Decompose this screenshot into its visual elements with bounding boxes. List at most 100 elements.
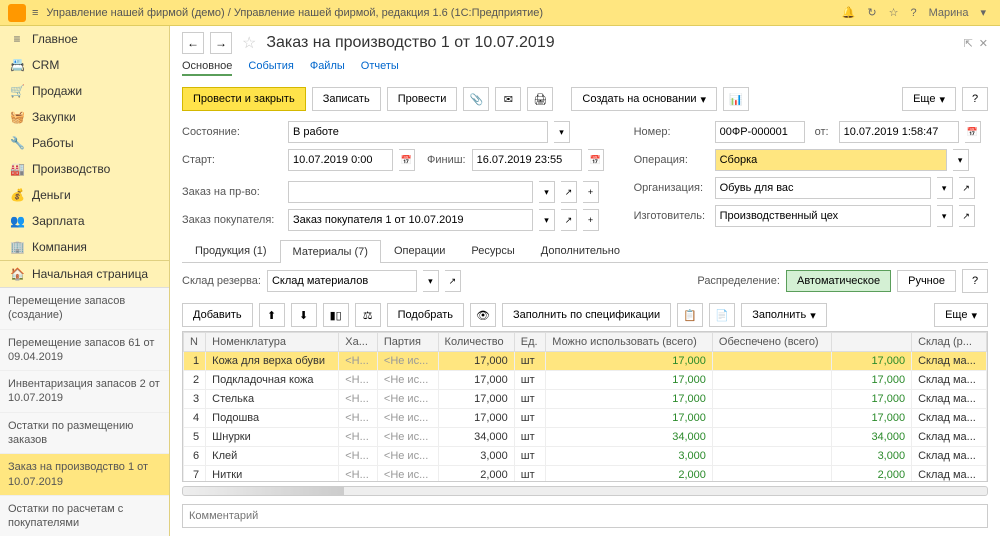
calendar-icon[interactable]: 📅 [588, 149, 604, 171]
tab-operations[interactable]: Операции [381, 239, 458, 262]
col-n[interactable]: N [184, 333, 206, 352]
open-icon[interactable]: ↗ [959, 177, 975, 199]
copy-icon[interactable]: 📋 [677, 303, 703, 327]
recent-item[interactable]: Перемещение запасов (создание) [0, 288, 169, 330]
dist-manual-button[interactable]: Ручное [897, 270, 956, 292]
sidebar-item[interactable]: 💰Деньги [0, 182, 169, 208]
chevron-down-icon[interactable]: ▾ [539, 209, 555, 231]
chevron-down-icon[interactable]: ▾ [937, 205, 953, 227]
menu-icon[interactable]: ≡ [32, 7, 38, 19]
start-input[interactable] [288, 149, 393, 171]
bell-icon[interactable]: 🔔 [842, 6, 856, 19]
buyer-order-input[interactable] [288, 209, 533, 231]
attach-icon[interactable]: 📎 [463, 87, 489, 111]
post-button[interactable]: Провести [387, 87, 458, 111]
org-input[interactable] [715, 177, 931, 199]
fill-spec-button[interactable]: Заполнить по спецификации [502, 303, 671, 327]
col-batch[interactable]: Партия [377, 333, 438, 352]
open-icon[interactable]: ↗ [561, 209, 577, 231]
forward-button[interactable]: → [210, 32, 232, 54]
open-icon[interactable]: ↗ [959, 205, 975, 227]
subnav-reports[interactable]: Отчеты [361, 58, 399, 76]
close-icon[interactable]: ✕ [979, 37, 988, 50]
chevron-down-icon[interactable]: ▾ [953, 149, 969, 171]
table-row[interactable]: 5Шнурки<Н...<Не ис...34,000шт34,00034,00… [184, 428, 987, 447]
barcode-icon[interactable]: ▮▯ [323, 303, 349, 327]
from-input[interactable] [839, 121, 959, 143]
start-page-link[interactable]: 🏠 Начальная страница [0, 260, 169, 287]
col-wh[interactable]: Склад (р... [912, 333, 987, 352]
number-input[interactable] [715, 121, 805, 143]
table-row[interactable]: 2Подкладочная кожа<Н...<Не ис...17,000шт… [184, 371, 987, 390]
recent-item[interactable]: Остатки по размещению заказов [0, 413, 169, 455]
user-label[interactable]: Марина [929, 7, 969, 19]
chevron-down-icon[interactable]: ▾ [423, 270, 439, 292]
col-unit[interactable]: Ед. [514, 333, 546, 352]
table-row[interactable]: 3Стелька<Н...<Не ис...17,000шт17,00017,0… [184, 390, 987, 409]
comment-input[interactable] [182, 504, 988, 528]
col-can[interactable]: Можно использовать (всего) [546, 333, 713, 352]
sidebar-item[interactable]: 🏢Компания [0, 234, 169, 260]
chevron-down-icon[interactable]: ▾ [937, 177, 953, 199]
subnav-files[interactable]: Файлы [310, 58, 345, 76]
sidebar-item[interactable]: 🧺Закупки [0, 104, 169, 130]
recent-item[interactable]: Инвентаризация запасов 2 от 10.07.2019 [0, 371, 169, 413]
materials-table[interactable]: N Номенклатура Ха... Партия Количество Е… [182, 331, 988, 482]
print-icon[interactable]: 🖨 [527, 87, 553, 111]
horizontal-scrollbar[interactable] [182, 486, 988, 496]
operation-input[interactable] [715, 149, 947, 171]
sidebar-item[interactable]: 🔧Работы [0, 130, 169, 156]
history-icon[interactable]: ↻ [867, 6, 876, 19]
col-qty[interactable]: Количество [438, 333, 514, 352]
col-nom[interactable]: Номенклатура [206, 333, 339, 352]
favorite-icon[interactable]: ☆ [242, 33, 256, 53]
paste-icon[interactable]: 📄 [709, 303, 735, 327]
tab-resources[interactable]: Ресурсы [458, 239, 527, 262]
add-icon[interactable]: + [583, 181, 599, 203]
chevron-down-icon[interactable]: ▾ [980, 6, 986, 19]
calendar-icon[interactable]: 📅 [399, 149, 415, 171]
col-prov[interactable]: Обеспечено (всего) [712, 333, 831, 352]
add-icon[interactable]: + [583, 209, 599, 231]
subnav-main[interactable]: Основное [182, 58, 232, 76]
create-based-button[interactable]: Создать на основании ▾ [571, 87, 717, 111]
open-icon[interactable]: ↗ [561, 181, 577, 203]
save-button[interactable]: Записать [312, 87, 381, 111]
subnav-events[interactable]: События [248, 58, 293, 76]
more-button[interactable]: Еще ▾ [902, 87, 956, 111]
help-icon[interactable]: ? [910, 7, 916, 19]
sidebar-item[interactable]: 🏭Производство [0, 156, 169, 182]
report-icon[interactable]: 📊 [723, 87, 749, 111]
col-ch[interactable]: Ха... [339, 333, 378, 352]
help-button[interactable]: ? [962, 87, 988, 111]
add-row-button[interactable]: Добавить [182, 303, 253, 327]
finish-input[interactable] [472, 149, 582, 171]
move-up-icon[interactable]: ⬆ [259, 303, 285, 327]
maker-input[interactable] [715, 205, 931, 227]
fill-button[interactable]: Заполнить ▾ [741, 303, 827, 327]
chevron-down-icon[interactable]: ▾ [539, 181, 555, 203]
table-row[interactable]: 1Кожа для верха обуви<Н...<Не ис...17,00… [184, 352, 987, 371]
tab-extra[interactable]: Дополнительно [528, 239, 633, 262]
table-row[interactable]: 6Клей<Н...<Не ис...3,000шт3,0003,000Скла… [184, 447, 987, 466]
move-down-icon[interactable]: ⬇ [291, 303, 317, 327]
state-dropdown[interactable]: ▾ [554, 121, 570, 143]
star-icon[interactable]: ☆ [889, 6, 899, 19]
tab-products[interactable]: Продукция (1) [182, 239, 280, 262]
table-row[interactable]: 4Подошва<Н...<Не ис...17,000шт17,00017,0… [184, 409, 987, 428]
sidebar-item[interactable]: 📇CRM [0, 52, 169, 78]
email-icon[interactable]: ✉ [495, 87, 521, 111]
table-more-button[interactable]: Еще ▾ [934, 303, 988, 327]
dist-auto-button[interactable]: Автоматическое [786, 270, 891, 292]
open-icon[interactable]: ↗ [445, 270, 461, 292]
post-close-button[interactable]: Провести и закрыть [182, 87, 306, 111]
sidebar-item[interactable]: ≡Главное [0, 26, 169, 52]
recent-item[interactable]: Заказ на производство 1 от 10.07.2019 [0, 454, 169, 496]
scale-icon[interactable]: ⚖ [355, 303, 381, 327]
eye-icon[interactable]: 👁 [470, 303, 496, 327]
calendar-icon[interactable]: 📅 [965, 121, 981, 143]
help-button[interactable]: ? [962, 269, 988, 293]
recent-item[interactable]: Перемещение запасов 61 от 09.04.2019 [0, 330, 169, 372]
pick-button[interactable]: Подобрать [387, 303, 464, 327]
reserve-wh-input[interactable] [267, 270, 417, 292]
